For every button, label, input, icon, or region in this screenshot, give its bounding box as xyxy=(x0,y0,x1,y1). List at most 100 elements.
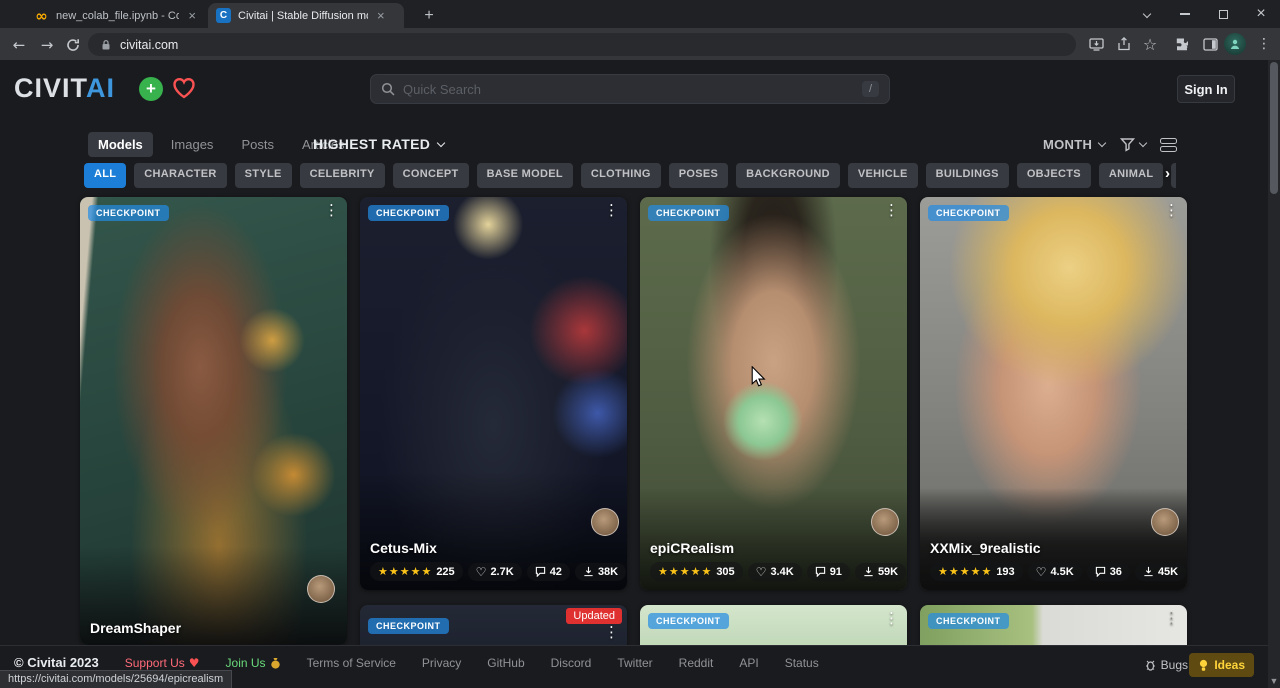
likes-pill: ♡2.7K xyxy=(468,563,522,581)
chip-character[interactable]: CHARACTER xyxy=(134,163,226,188)
bookmark-star-icon[interactable]: ☆ xyxy=(1140,35,1160,53)
tab-close-icon[interactable]: × xyxy=(377,8,385,23)
model-card-dreamshaper[interactable]: CHECKPOINT ⋮ DreamShaper xyxy=(80,197,347,645)
chip-clothing[interactable]: CLOTHING xyxy=(581,163,661,188)
scrollbar-down-arrow[interactable]: ▼ xyxy=(1268,676,1280,686)
browser-tab-colab[interactable]: ∞ new_colab_file.ipynb - Colaborat × xyxy=(26,3,204,28)
chip-style[interactable]: STYLE xyxy=(235,163,292,188)
grid-layout-toggle[interactable] xyxy=(1160,138,1177,152)
browser-profile-avatar[interactable] xyxy=(1224,33,1246,55)
tab-search-icon[interactable] xyxy=(1128,0,1166,28)
rating-pill: ★★★★★305 xyxy=(650,562,743,581)
window-close-button[interactable]: × xyxy=(1242,0,1280,28)
downloads-pill: 45K xyxy=(1135,563,1186,581)
footer-link-terms[interactable]: Terms of Service xyxy=(307,656,396,670)
model-card-cetus-mix[interactable]: CHECKPOINT ⋮ Cetus-Mix ★★★★★225 ♡2.7K 42… xyxy=(360,197,627,590)
sign-in-button[interactable]: Sign In xyxy=(1177,75,1235,103)
card-menu-icon[interactable]: ⋮ xyxy=(884,203,899,218)
card-menu-icon[interactable]: ⋮ xyxy=(1164,611,1179,626)
money-bag-icon xyxy=(270,657,281,669)
heart-icon: ♡ xyxy=(756,566,767,578)
colab-icon: ∞ xyxy=(34,8,49,23)
sort-dropdown[interactable]: HIGHEST RATED xyxy=(313,136,444,152)
window-minimize-button[interactable] xyxy=(1166,0,1204,28)
card-menu-icon[interactable]: ⋮ xyxy=(884,611,899,626)
chip-vehicle[interactable]: VEHICLE xyxy=(848,163,918,188)
model-card-epicrealism[interactable]: CHECKPOINT ⋮ epiCRealism ★★★★★305 ♡3.4K … xyxy=(640,197,907,590)
chip-objects[interactable]: OBJECTS xyxy=(1017,163,1091,188)
civitai-favicon: C xyxy=(216,8,231,23)
footer-link-support-us[interactable]: Support Us ♥ xyxy=(125,656,200,670)
back-button[interactable]: ← xyxy=(8,34,30,56)
chip-poses[interactable]: POSES xyxy=(669,163,728,188)
chip-base-model[interactable]: BASE MODEL xyxy=(477,163,573,188)
model-type-badge: CHECKPOINT xyxy=(88,205,169,221)
side-panel-icon[interactable] xyxy=(1200,35,1220,53)
new-tab-button[interactable]: + xyxy=(418,5,440,27)
address-bar[interactable]: civitai.com xyxy=(88,33,1076,56)
chips-scroll-right-arrow[interactable]: › xyxy=(1165,165,1170,182)
chip-concept[interactable]: CONCEPT xyxy=(393,163,469,188)
filters-dropdown[interactable] xyxy=(1120,137,1146,152)
reload-icon xyxy=(66,38,80,52)
footer-link-join-us[interactable]: Join Us xyxy=(226,656,281,670)
category-chip-row: ALL CHARACTER STYLE CELEBRITY CONCEPT BA… xyxy=(84,163,1176,188)
creator-avatar[interactable] xyxy=(307,575,335,603)
filter-funnel-icon xyxy=(1120,137,1135,152)
footer-link-discord[interactable]: Discord xyxy=(551,656,592,670)
civitai-logo[interactable]: CIVITAI xyxy=(14,73,115,104)
model-title: XXMix_9realistic xyxy=(930,540,1177,556)
ideas-button[interactable]: Ideas xyxy=(1189,653,1254,677)
chevron-down-icon xyxy=(1139,139,1147,147)
chevron-down-icon xyxy=(1098,139,1106,147)
footer-link-reddit[interactable]: Reddit xyxy=(679,656,714,670)
chip-background[interactable]: BACKGROUND xyxy=(736,163,840,188)
share-icon[interactable] xyxy=(1114,35,1134,53)
card-menu-icon[interactable]: ⋮ xyxy=(1164,203,1179,218)
card-menu-icon[interactable]: ⋮ xyxy=(604,625,619,640)
chip-celebrity[interactable]: CELEBRITY xyxy=(300,163,385,188)
forward-button[interactable]: → xyxy=(36,34,58,56)
chip-all[interactable]: ALL xyxy=(84,163,126,188)
window-maximize-button[interactable] xyxy=(1204,0,1242,28)
comment-icon xyxy=(1095,566,1106,577)
footer-link-twitter[interactable]: Twitter xyxy=(617,656,652,670)
page-scrollbar[interactable]: ▼ xyxy=(1268,60,1280,688)
extensions-puzzle-icon[interactable] xyxy=(1172,35,1192,53)
tab-images[interactable]: Images xyxy=(161,132,224,157)
tab-title: Civitai | Stable Diffusion models xyxy=(238,10,368,22)
comments-pill: 36 xyxy=(1087,563,1130,581)
search-input[interactable] xyxy=(403,82,854,97)
model-stats-row: ★★★★★225 ♡2.7K 42 38K xyxy=(370,562,617,581)
browser-toolbar: ← → civitai.com ☆ ⋮ xyxy=(0,28,1280,60)
quick-search-box[interactable]: / xyxy=(370,74,890,104)
chip-buildings[interactable]: BUILDINGS xyxy=(926,163,1009,188)
chip-animal[interactable]: ANIMAL xyxy=(1099,163,1164,188)
tab-models[interactable]: Models xyxy=(88,132,153,157)
download-icon xyxy=(1143,566,1154,577)
downloads-pill: 38K xyxy=(575,563,626,581)
reload-button[interactable] xyxy=(62,34,84,56)
footer-link-status[interactable]: Status xyxy=(785,656,819,670)
create-plus-button[interactable]: + xyxy=(139,77,163,101)
tab-posts[interactable]: Posts xyxy=(231,132,284,157)
browser-menu-icon[interactable]: ⋮ xyxy=(1254,35,1274,53)
footer-link-privacy[interactable]: Privacy xyxy=(422,656,461,670)
favorites-heart-icon[interactable] xyxy=(170,74,198,102)
model-card-xxmix-9realistic[interactable]: CHECKPOINT ⋮ XXMix_9realistic ★★★★★193 ♡… xyxy=(920,197,1187,590)
bugs-button[interactable]: Bugs xyxy=(1145,658,1188,672)
install-icon[interactable] xyxy=(1086,35,1106,53)
footer-link-api[interactable]: API xyxy=(739,656,758,670)
footer-link-github[interactable]: GitHub xyxy=(487,656,524,670)
search-icon xyxy=(381,82,395,96)
chevron-down-icon xyxy=(437,138,445,146)
browser-tab-civitai[interactable]: C Civitai | Stable Diffusion models × xyxy=(208,3,404,28)
card-menu-icon[interactable]: ⋮ xyxy=(604,203,619,218)
scrollbar-thumb[interactable] xyxy=(1270,62,1278,194)
card-menu-icon[interactable]: ⋮ xyxy=(324,203,339,218)
model-title: DreamShaper xyxy=(90,620,337,636)
model-type-badge: CHECKPOINT xyxy=(648,613,729,629)
tab-close-icon[interactable]: × xyxy=(188,8,196,23)
period-dropdown[interactable]: MONTH xyxy=(1043,137,1105,152)
chip-tool[interactable]: TOOL xyxy=(1171,163,1176,188)
